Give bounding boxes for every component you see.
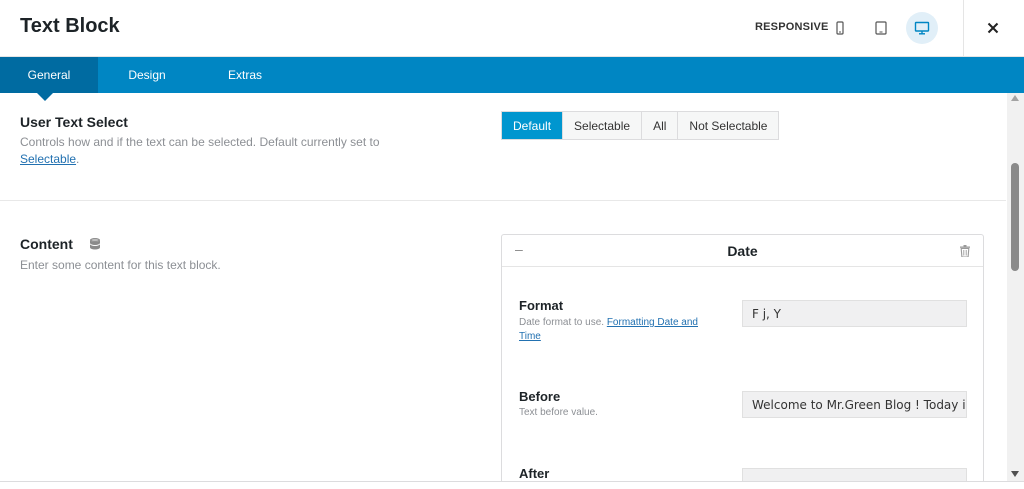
tablet-icon (875, 21, 887, 35)
tab-extras[interactable]: Extras (196, 57, 294, 93)
phone-view-button[interactable] (824, 12, 856, 44)
before-input[interactable]: Welcome to Mr.Green Blog ! Today is : (742, 391, 967, 418)
scrollbar[interactable] (1007, 93, 1024, 481)
user-text-select-title: User Text Select (20, 114, 128, 130)
before-description: Text before value. (519, 407, 598, 418)
user-text-select-options: Default Selectable All Not Selectable (501, 111, 780, 140)
format-input[interactable]: F j, Y (742, 300, 967, 327)
scroll-up-arrow-icon[interactable] (1011, 95, 1019, 101)
tab-bar: General Design Extras (0, 57, 1024, 93)
section-divider (0, 200, 1006, 201)
trash-icon[interactable] (960, 244, 970, 262)
tab-general[interactable]: General (0, 57, 98, 93)
close-button[interactable] (980, 14, 1006, 42)
before-label: Before (519, 389, 561, 404)
format-description: Date format to use. Formatting Date and … (519, 316, 704, 344)
header-divider (963, 0, 964, 57)
content-title: Content (20, 236, 73, 252)
after-label: After (519, 466, 550, 481)
option-not-selectable-button[interactable]: Not Selectable (677, 112, 779, 139)
desktop-icon (914, 21, 930, 35)
option-selectable-button[interactable]: Selectable (562, 112, 642, 139)
tab-design[interactable]: Design (98, 57, 196, 93)
option-default-button[interactable]: Default (502, 112, 563, 139)
panel-title: Text Block (20, 15, 120, 37)
format-label: Format (519, 298, 564, 313)
date-card-title: Date (727, 243, 758, 259)
scroll-down-arrow-icon[interactable] (1011, 471, 1019, 477)
panel-header: Text Block RESPONSIVE (0, 0, 1024, 57)
selectable-link[interactable]: Selectable (20, 152, 76, 166)
active-tab-pointer (37, 93, 53, 101)
dynamic-data-icon[interactable] (89, 237, 101, 256)
close-icon (987, 22, 999, 34)
scrollbar-thumb[interactable] (1011, 163, 1019, 271)
content-description: Enter some content for this text block. (20, 258, 221, 272)
date-item-card: – Date (501, 234, 984, 489)
user-text-select-description: Controls how and if the text can be sele… (20, 134, 410, 168)
responsive-label: RESPONSIVE (755, 21, 829, 33)
format-desc-text: Date format to use. (519, 317, 607, 328)
user-text-select-desc-text: Controls how and if the text can be sele… (20, 135, 380, 149)
desktop-view-button[interactable] (906, 12, 938, 44)
bottom-edge (0, 481, 1024, 489)
tablet-view-button[interactable] (865, 12, 897, 44)
date-card-header[interactable]: – Date (502, 235, 983, 267)
user-text-select-desc-suffix: . (76, 152, 80, 166)
option-all-button[interactable]: All (641, 112, 678, 139)
phone-icon (836, 21, 844, 35)
